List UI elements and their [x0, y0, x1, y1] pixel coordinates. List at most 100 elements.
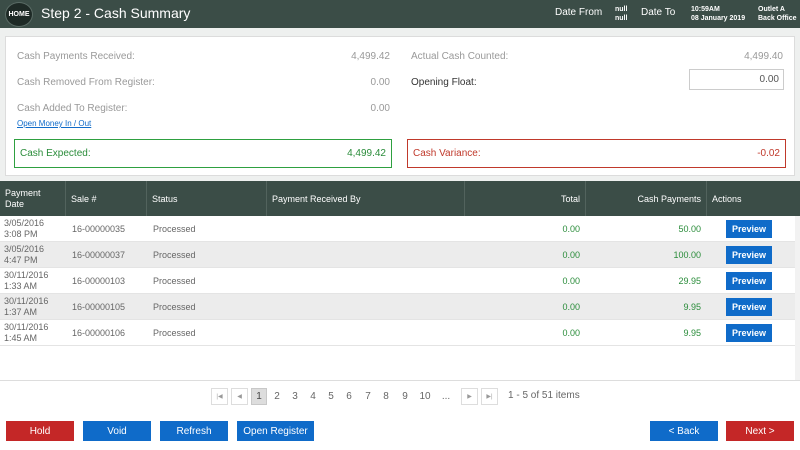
- cash-added-label: Cash Added To Register:: [17, 103, 128, 114]
- column-header-actions: Actions: [712, 193, 742, 204]
- column-header-total[interactable]: Total: [465, 181, 586, 216]
- payment-date-cell: 3/05/2016 4:47 PM: [4, 242, 64, 268]
- payment-date: 3/05/2016: [4, 218, 45, 228]
- cash-expected-label: Cash Expected:: [20, 148, 91, 159]
- payment-time: 1:45 AM: [4, 333, 38, 343]
- back-button[interactable]: < Back: [650, 421, 718, 441]
- page-1-button[interactable]: 1: [251, 388, 267, 405]
- payment-date-cell: 30/11/2016 1:45 AM: [4, 320, 64, 346]
- prev-page-button[interactable]: ◀: [231, 388, 248, 405]
- cash-expected-box: Cash Expected: 4,499.42: [14, 139, 392, 168]
- page-2-button[interactable]: 2: [270, 388, 284, 405]
- payment-time: 1:33 AM: [4, 281, 38, 291]
- column-header-cash-payments[interactable]: Cash Payments: [586, 181, 707, 216]
- column-header-status[interactable]: Status: [147, 181, 267, 216]
- next-page-button[interactable]: ▶: [461, 388, 478, 405]
- pager-info: 1 - 5 of 51 items: [508, 390, 580, 401]
- page-9-button[interactable]: 9: [398, 388, 412, 405]
- status-text: Processed: [153, 302, 196, 312]
- table-row[interactable]: 30/11/2016 1:37 AM 16-00000105 Processed 0.0…: [0, 294, 795, 320]
- home-button[interactable]: HOME: [5, 2, 33, 27]
- page-4-button[interactable]: 4: [306, 388, 320, 405]
- cash-payment-value: 29.95: [678, 276, 701, 286]
- payment-date-cell: 30/11/2016 1:33 AM: [4, 268, 64, 294]
- cash-expected-value: 4,499.42: [347, 148, 386, 159]
- payment-date: 30/11/2016: [4, 296, 49, 306]
- page-8-button[interactable]: 8: [379, 388, 393, 405]
- table-header: Payment Date Sale # Status Payment Recei…: [0, 181, 800, 216]
- column-header-received-by[interactable]: Payment Received By: [267, 181, 465, 216]
- payments-table: Payment Date Sale # Status Payment Recei…: [0, 181, 800, 380]
- page-6-button[interactable]: 6: [342, 388, 356, 405]
- opening-float-input[interactable]: [689, 69, 784, 90]
- payment-time: 1:37 AM: [4, 307, 38, 317]
- cash-variance-box: Cash Variance: -0.02: [407, 139, 786, 168]
- sale-number: 16-00000035: [72, 224, 126, 234]
- column-header-payment-date[interactable]: Payment Date: [0, 181, 66, 216]
- page-title: Step 2 - Cash Summary: [41, 5, 191, 21]
- cash-payment-value: 50.00: [678, 224, 701, 234]
- status-text: Processed: [153, 276, 196, 286]
- header-date: 08 January 2019: [691, 15, 746, 22]
- page-10-button[interactable]: 10: [416, 388, 434, 405]
- top-header: HOME Step 2 - Cash Summary Date From nul…: [0, 0, 800, 28]
- table-row[interactable]: 30/11/2016 1:45 AM 16-00000106 Processed 0.0…: [0, 320, 795, 346]
- sale-number: 16-00000106: [72, 328, 126, 338]
- sale-number: 16-00000037: [72, 250, 126, 260]
- total-value: 0.00: [562, 250, 580, 260]
- open-register-button[interactable]: Open Register: [237, 421, 314, 441]
- refresh-button[interactable]: Refresh: [160, 421, 228, 441]
- actual-counted-label: Actual Cash Counted:: [411, 51, 509, 62]
- received-by-text: [273, 294, 465, 320]
- table-row[interactable]: 30/11/2016 1:33 AM 16-00000103 Processed 0.0…: [0, 268, 795, 294]
- cash-removed-label: Cash Removed From Register:: [17, 77, 155, 88]
- table-row[interactable]: 3/05/2016 3:08 PM 16-00000035 Processed 0.00…: [0, 216, 795, 242]
- open-money-in-out-link[interactable]: Open Money In / Out: [17, 119, 91, 128]
- cash-variance-value: -0.02: [757, 148, 780, 159]
- received-by-text: [273, 268, 465, 294]
- date-to-label: Date To: [641, 7, 676, 18]
- next-button[interactable]: Next >: [726, 421, 794, 441]
- cash-variance-label: Cash Variance:: [413, 148, 481, 159]
- page-ellipsis[interactable]: ...: [437, 388, 455, 405]
- last-page-button[interactable]: ▶|: [481, 388, 498, 405]
- payment-time: 4:47 PM: [4, 255, 38, 265]
- preview-button[interactable]: Preview: [726, 220, 772, 238]
- received-by-text: [273, 320, 465, 346]
- first-page-button[interactable]: |◀: [211, 388, 228, 405]
- cash-payments-value: 4,499.42: [351, 51, 390, 62]
- preview-button[interactable]: Preview: [726, 272, 772, 290]
- received-by-text: [273, 216, 465, 242]
- date-from-value-2: null: [615, 15, 628, 22]
- table-scrollbar[interactable]: [795, 216, 800, 380]
- total-value: 0.00: [562, 302, 580, 312]
- pagination: |◀ ◀ 1 2 3 4 5 6 7 8 9 10... ▶ ▶| 1 - 5 of 51 ite…: [0, 380, 800, 412]
- status-text: Processed: [153, 250, 196, 260]
- date-from-label: Date From: [555, 7, 603, 18]
- cash-summary-panel: Cash Payments Received: 4,499.42 Cash Re…: [5, 36, 795, 176]
- office-name: Back Office: [758, 15, 797, 22]
- void-button[interactable]: Void: [83, 421, 151, 441]
- payment-date: 30/11/2016: [4, 270, 49, 280]
- cash-payments-label: Cash Payments Received:: [17, 51, 135, 62]
- page-7-button[interactable]: 7: [361, 388, 375, 405]
- actual-counted-value: 4,499.40: [744, 51, 783, 62]
- preview-button[interactable]: Preview: [726, 298, 772, 316]
- preview-button[interactable]: Preview: [726, 324, 772, 342]
- status-text: Processed: [153, 328, 196, 338]
- sale-number: 16-00000105: [72, 302, 126, 312]
- page-3-button[interactable]: 3: [288, 388, 302, 405]
- cash-payment-value: 9.95: [683, 328, 701, 338]
- payment-date-cell: 3/05/2016 3:08 PM: [4, 216, 64, 242]
- column-header-sale[interactable]: Sale #: [66, 181, 147, 216]
- total-value: 0.00: [562, 328, 580, 338]
- payment-date: 3/05/2016: [4, 244, 45, 254]
- preview-button[interactable]: Preview: [726, 246, 772, 264]
- hold-button[interactable]: Hold: [6, 421, 74, 441]
- date-from-value-1: null: [615, 6, 628, 13]
- cash-removed-value: 0.00: [370, 77, 390, 88]
- table-row[interactable]: 3/05/2016 4:47 PM 16-00000037 Processed 0.00…: [0, 242, 795, 268]
- sale-number: 16-00000103: [72, 276, 126, 286]
- footer-bar: Hold Void Refresh Open Register < Back N…: [0, 412, 800, 450]
- page-5-button[interactable]: 5: [324, 388, 338, 405]
